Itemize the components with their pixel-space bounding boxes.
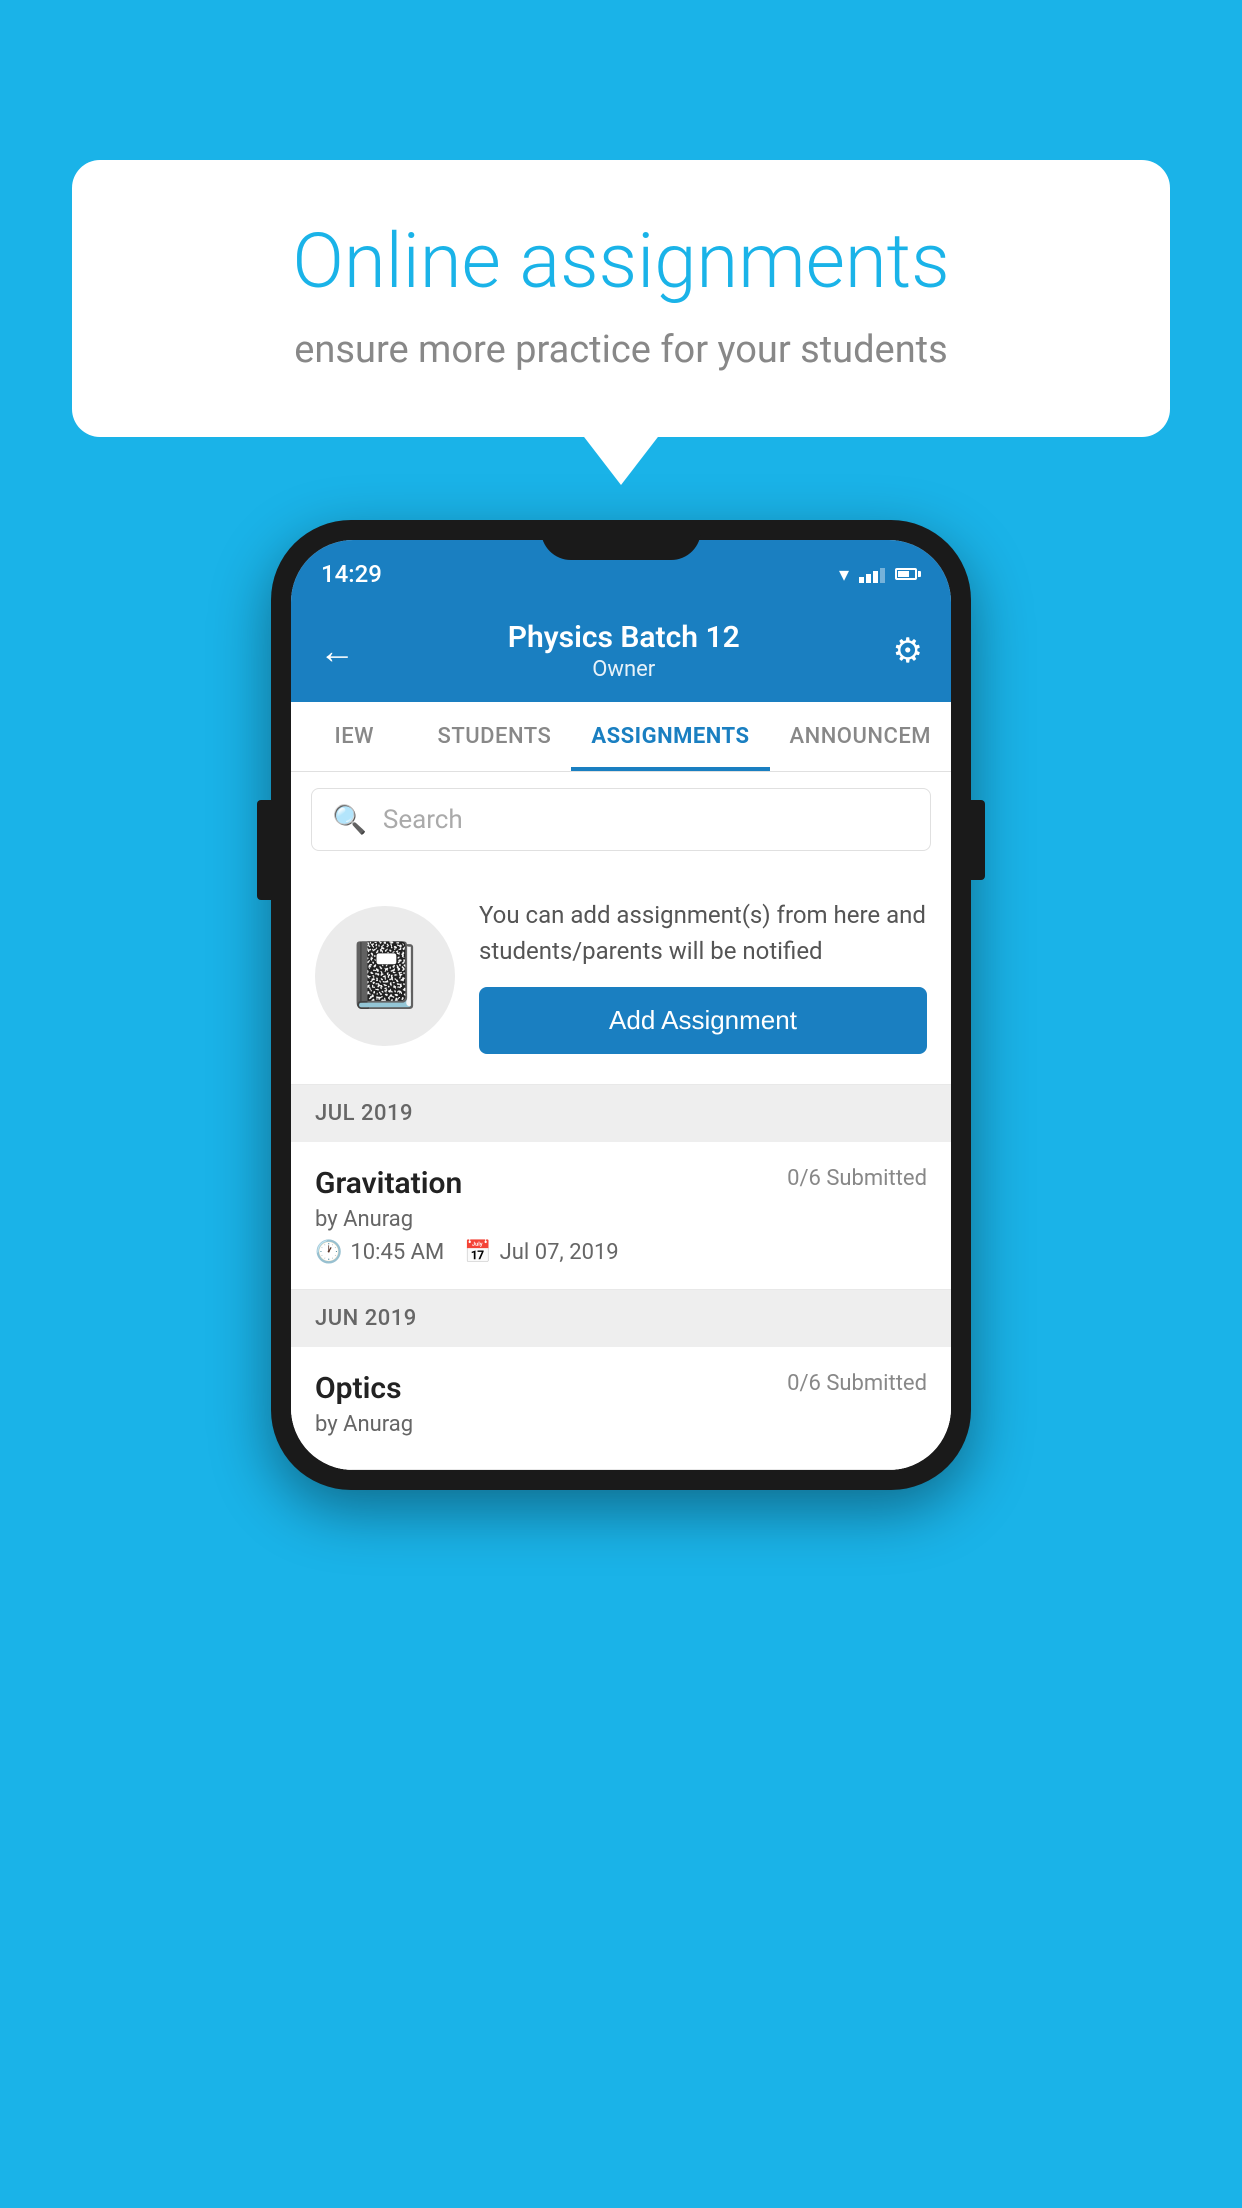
calendar-icon: 📅 — [464, 1240, 491, 1265]
promo-card: 📓 You can add assignment(s) from here an… — [291, 867, 951, 1085]
promo-icon-circle: 📓 — [315, 906, 455, 1046]
assignment-title: Gravitation — [315, 1166, 462, 1201]
section-header-jun: JUN 2019 — [291, 1290, 951, 1347]
tabs-bar: IEW STUDENTS ASSIGNMENTS ANNOUNCEM — [291, 702, 951, 772]
phone-screen: 14:29 ▾ — [291, 540, 951, 1470]
signal-bar-2 — [866, 574, 871, 583]
assignment-submitted: 0/6 Submitted — [787, 1166, 927, 1191]
search-container: 🔍 Search — [291, 772, 951, 867]
status-icons: ▾ — [839, 562, 921, 586]
speech-bubble-container: Online assignments ensure more practice … — [72, 160, 1170, 437]
assignment-title-optics: Optics — [315, 1371, 402, 1406]
tab-announcements[interactable]: ANNOUNCEM — [770, 702, 952, 771]
app-bar-title-section: Physics Batch 12 Owner — [355, 620, 893, 682]
signal-bar-3 — [873, 571, 878, 583]
assignment-row1-optics: Optics 0/6 Submitted — [315, 1371, 927, 1406]
signal-icon — [859, 565, 885, 583]
search-icon: 🔍 — [332, 803, 367, 836]
assignment-by: by Anurag — [315, 1207, 927, 1232]
assignment-submitted-optics: 0/6 Submitted — [787, 1371, 927, 1396]
assignment-time: 🕐 10:45 AM — [315, 1240, 444, 1265]
notebook-icon: 📓 — [345, 938, 425, 1013]
app-bar-title: Physics Batch 12 — [355, 620, 893, 655]
assignment-row1: Gravitation 0/6 Submitted — [315, 1166, 927, 1201]
search-placeholder: Search — [383, 805, 463, 835]
status-time: 14:29 — [321, 560, 382, 588]
phone-notch — [541, 520, 701, 560]
promo-description: You can add assignment(s) from here and … — [479, 897, 927, 969]
signal-bar-4 — [880, 568, 885, 583]
signal-bar-1 — [859, 577, 864, 583]
bubble-subtitle: ensure more practice for your students — [142, 324, 1100, 377]
phone-frame: 14:29 ▾ — [271, 520, 971, 1490]
search-bar[interactable]: 🔍 Search — [311, 788, 931, 851]
speech-bubble: Online assignments ensure more practice … — [72, 160, 1170, 437]
content-area: 🔍 Search 📓 You can add assignment(s) fro… — [291, 772, 951, 1470]
battery-tip — [918, 571, 921, 577]
phone-mockup: 14:29 ▾ — [271, 520, 971, 1490]
assignment-date: 📅 Jul 07, 2019 — [464, 1240, 618, 1265]
assignment-meta: 🕐 10:45 AM 📅 Jul 07, 2019 — [315, 1240, 927, 1265]
battery-icon — [895, 568, 921, 580]
tab-iew[interactable]: IEW — [291, 702, 418, 771]
settings-icon[interactable]: ⚙ — [893, 631, 923, 671]
app-bar-subtitle: Owner — [355, 657, 893, 682]
battery-body — [895, 568, 917, 580]
assignment-item-gravitation[interactable]: Gravitation 0/6 Submitted by Anurag 🕐 10… — [291, 1142, 951, 1290]
bubble-title: Online assignments — [142, 220, 1100, 304]
clock-icon: 🕐 — [315, 1240, 342, 1265]
wifi-icon: ▾ — [839, 562, 849, 586]
promo-content: You can add assignment(s) from here and … — [479, 897, 927, 1054]
battery-fill — [898, 571, 909, 577]
assignment-by-optics: by Anurag — [315, 1412, 927, 1437]
tab-assignments[interactable]: ASSIGNMENTS — [571, 702, 769, 771]
app-bar: ← Physics Batch 12 Owner ⚙ — [291, 600, 951, 702]
tab-students[interactable]: STUDENTS — [418, 702, 572, 771]
back-button[interactable]: ← — [319, 630, 355, 672]
assignment-item-optics[interactable]: Optics 0/6 Submitted by Anurag — [291, 1347, 951, 1470]
section-header-jul: JUL 2019 — [291, 1085, 951, 1142]
add-assignment-button[interactable]: Add Assignment — [479, 987, 927, 1054]
